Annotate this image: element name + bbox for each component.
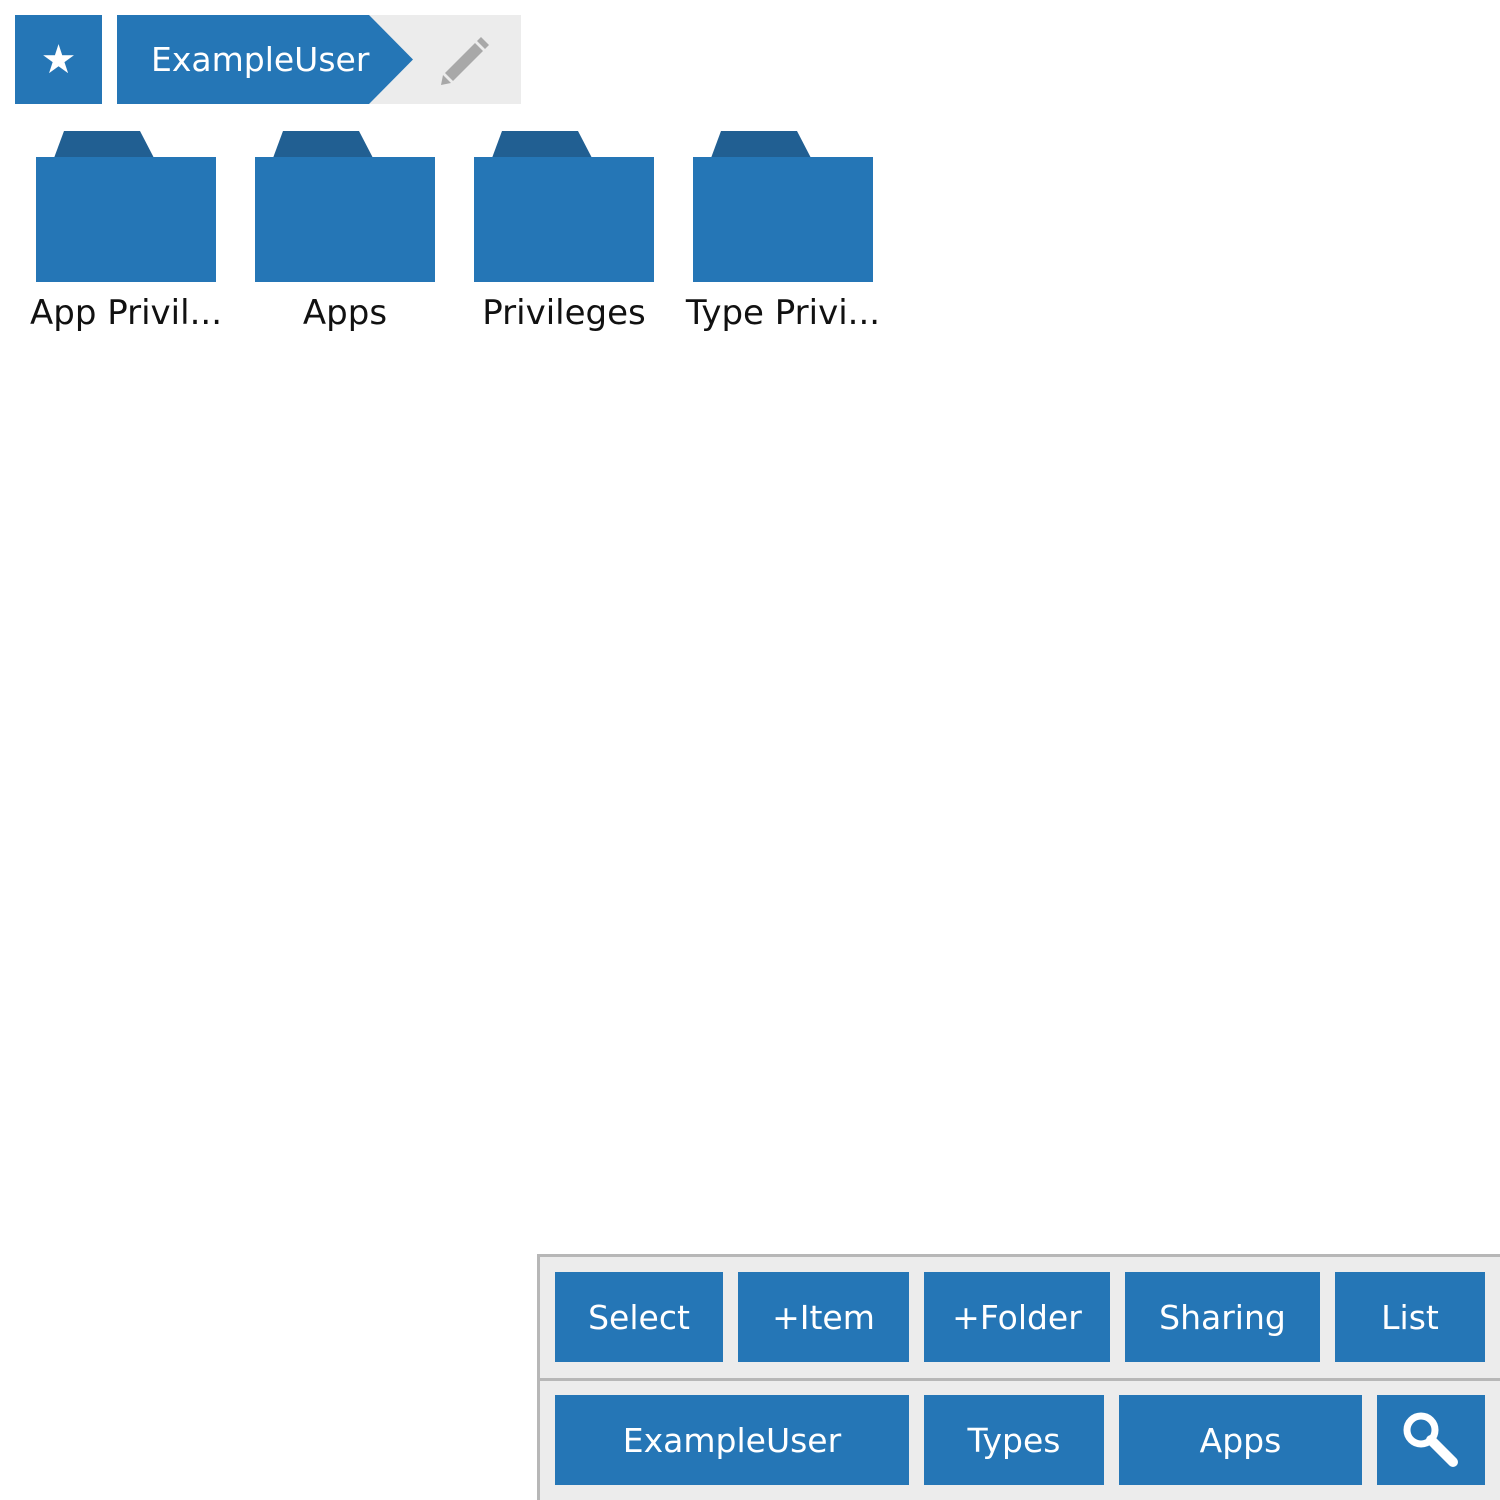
folder-app-privileges[interactable]: App Privil... bbox=[21, 131, 231, 341]
folder-label: Apps bbox=[302, 293, 388, 333]
search-button[interactable] bbox=[1377, 1395, 1485, 1485]
folder-type-privileges[interactable]: Type Privi... bbox=[678, 131, 888, 341]
list-view-button[interactable]: List bbox=[1335, 1272, 1485, 1362]
folder-body bbox=[255, 157, 435, 282]
folder-icon bbox=[711, 131, 811, 158]
folder-label: App Privil... bbox=[30, 293, 222, 333]
folder-icon bbox=[492, 131, 592, 158]
folder-body bbox=[474, 157, 654, 282]
toolbar-divider bbox=[540, 1378, 1500, 1381]
star-icon: ★ bbox=[40, 36, 77, 83]
add-item-button[interactable]: +Item bbox=[738, 1272, 909, 1362]
folder-icon bbox=[54, 131, 154, 158]
folder-privileges[interactable]: Privileges bbox=[459, 131, 669, 341]
home-button[interactable]: ★ bbox=[15, 15, 102, 104]
sharing-button[interactable]: Sharing bbox=[1125, 1272, 1320, 1362]
folder-body bbox=[36, 157, 216, 282]
folder-apps[interactable]: Apps bbox=[240, 131, 450, 341]
folder-label: Type Privi... bbox=[685, 293, 881, 333]
user-button[interactable]: ExampleUser bbox=[555, 1395, 909, 1485]
magnifier-icon bbox=[1403, 1412, 1458, 1467]
folder-icon bbox=[273, 131, 373, 158]
breadcrumb-item-label: ExampleUser bbox=[151, 40, 370, 79]
folder-body bbox=[693, 157, 873, 282]
apps-button[interactable]: Apps bbox=[1119, 1395, 1362, 1485]
edit-button[interactable] bbox=[435, 31, 495, 91]
folder-label: Privileges bbox=[482, 293, 646, 333]
pencil-icon bbox=[441, 37, 489, 85]
types-button[interactable]: Types bbox=[924, 1395, 1104, 1485]
breadcrumb-item-current[interactable]: ExampleUser bbox=[117, 15, 413, 104]
add-folder-button[interactable]: +Folder bbox=[924, 1272, 1110, 1362]
select-button[interactable]: Select bbox=[555, 1272, 723, 1362]
bottom-toolbar: Select +Item +Folder Sharing List Exampl… bbox=[537, 1254, 1500, 1500]
